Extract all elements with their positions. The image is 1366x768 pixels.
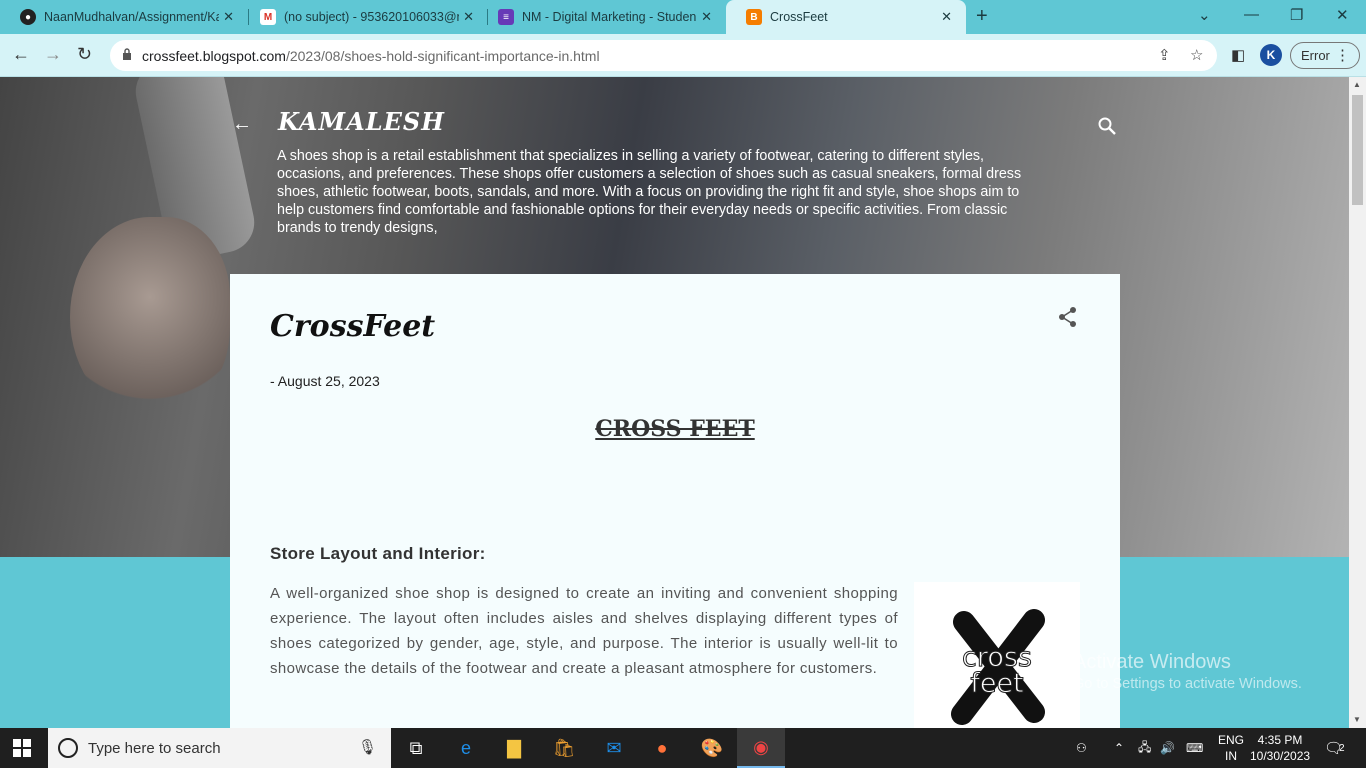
github-icon: ● [20,9,36,25]
restore-icon[interactable]: ❐ [1290,6,1303,24]
crossfeet-logo-image[interactable]: cross feet [914,582,1080,728]
taskbar-clock[interactable]: 4:35 PM 10/30/2023 [1250,732,1310,764]
minimize-icon[interactable]: — [1244,6,1259,23]
store-icon[interactable]: 🛍 [540,728,588,768]
tab-title: (no subject) - 953620106033@n [284,10,459,24]
profile-avatar[interactable]: K [1260,44,1282,66]
post-title: CrossFeet [270,309,436,344]
scrollbar-thumb[interactable] [1352,95,1363,205]
close-icon[interactable]: ✕ [223,9,234,25]
bookmark-star-icon[interactable]: ☆ [1190,46,1203,64]
language-indicator[interactable]: ENG IN [1218,732,1244,764]
section-heading: Store Layout and Interior: [270,544,486,563]
people-icon[interactable]: ⚇ [1076,728,1087,768]
forms-icon: ≡ [498,9,514,25]
tab-crossfeet[interactable]: B CrossFeet ✕ [726,0,966,34]
blog-title[interactable]: KAMALESH [278,107,445,136]
address-bar[interactable]: crossfeet.blogspot.com/2023/08/shoes-hol… [110,40,1217,71]
firefox-icon[interactable]: ● [638,728,686,768]
close-icon[interactable]: ✕ [701,9,712,25]
microphone-icon[interactable]: 🎙 [358,738,377,756]
tab-github[interactable]: ● NaanMudhalvan/Assignment/Ka ✕ [0,0,248,34]
page-viewport: ← KAMALESH A shoes shop is a retail esta… [0,77,1349,728]
forward-icon[interactable]: → [44,44,62,65]
scroll-up-icon[interactable]: ▲ [1353,80,1361,89]
more-menu-icon[interactable]: ⋮ [1335,46,1350,64]
logo-text-feet: feet [970,668,1023,699]
region-code: IN [1225,749,1237,763]
windows-start-icon[interactable] [13,739,31,757]
error-label: Error [1301,48,1330,63]
blog-description: A shoes shop is a retail establishment t… [277,148,1022,236]
window-close-icon[interactable]: ✕ [1336,6,1349,24]
notification-icon[interactable]: 🗨 2 [1324,728,1345,768]
activate-windows-title: Activate Windows [1073,651,1231,673]
crossfeet-logo: cross feet [951,609,1045,725]
taskbar-search-box[interactable]: Type here to search 🎙 [48,728,391,768]
clock-time: 4:35 PM [1257,733,1303,747]
tab-forms[interactable]: ≡ NM - Digital Marketing - Studen ✕ [478,0,726,34]
scroll-down-icon[interactable]: ▼ [1353,715,1361,724]
url-host: crossfeet.blogspot.com [142,47,286,64]
lock-icon [123,48,131,60]
activate-windows-subtitle: Go to Settings to activate Windows. [1073,676,1302,692]
reload-icon[interactable]: ↻ [77,44,92,65]
tray-chevron-icon[interactable]: ⌃ [1114,728,1124,768]
tab-title: NM - Digital Marketing - Studen [522,10,697,24]
file-explorer-icon[interactable]: ▇ [490,728,538,768]
clock-date: 10/30/2023 [1250,749,1311,763]
tab-gmail[interactable]: M (no subject) - 953620106033@n ✕ [240,0,488,34]
edge-icon[interactable]: e [442,728,490,768]
new-tab-icon[interactable]: + [976,5,988,28]
browser-toolbar: ← → ↻ crossfeet.blogspot.com/2023/08/sho… [0,34,1366,77]
chrome-icon[interactable]: ◉ [737,728,785,768]
search-icon[interactable] [1098,117,1116,135]
keyboard-icon[interactable]: ⌨ [1186,728,1203,768]
blogger-icon: B [746,9,762,25]
post-center-heading: CROSS FEET [595,416,755,442]
page-scrollbar[interactable]: ▲ ▼ [1349,77,1366,728]
browser-tab-bar: ● NaanMudhalvan/Assignment/Ka ✕ M (no su… [0,0,1366,34]
error-button[interactable]: Error ⋮ [1290,42,1360,69]
tab-search-icon[interactable]: ⌄ [1198,6,1211,24]
close-icon[interactable]: ✕ [463,9,474,25]
share-page-icon[interactable]: ⇪ [1158,46,1171,64]
search-placeholder: Type here to search [88,739,221,757]
tab-title: NaanMudhalvan/Assignment/Ka [44,10,219,24]
lang-code: ENG [1218,733,1245,747]
tab-title: CrossFeet [770,10,828,24]
side-panel-icon[interactable]: ◧ [1231,46,1245,64]
gmail-icon: M [260,9,276,25]
task-view-icon[interactable]: ⧉ [392,728,440,768]
post-paragraph: A well-organized shoe shop is designed t… [270,585,898,677]
network-icon[interactable]: 🖧 [1138,728,1151,768]
post-date: - August 25, 2023 [270,373,380,389]
close-icon[interactable]: ✕ [941,9,952,25]
share-icon[interactable] [1058,306,1078,328]
back-arrow-icon[interactable]: ← [232,113,252,136]
cortana-icon [58,738,78,758]
post-card: CrossFeet - August 25, 2023 CROSS FEET S… [230,274,1120,728]
url-path: /2023/08/shoes-hold-significant-importan… [285,47,600,64]
windows-taskbar: Type here to search 🎙 ⧉ e ▇ 🛍 ✉ ● 🎨 ◉ ⚇ … [0,728,1366,768]
paint-icon[interactable]: 🎨 [688,728,736,768]
volume-icon[interactable]: 🔊 [1160,728,1175,768]
mail-icon[interactable]: ✉ [590,728,638,768]
notification-count: 2 [1339,742,1345,754]
back-icon[interactable]: ← [12,44,30,65]
